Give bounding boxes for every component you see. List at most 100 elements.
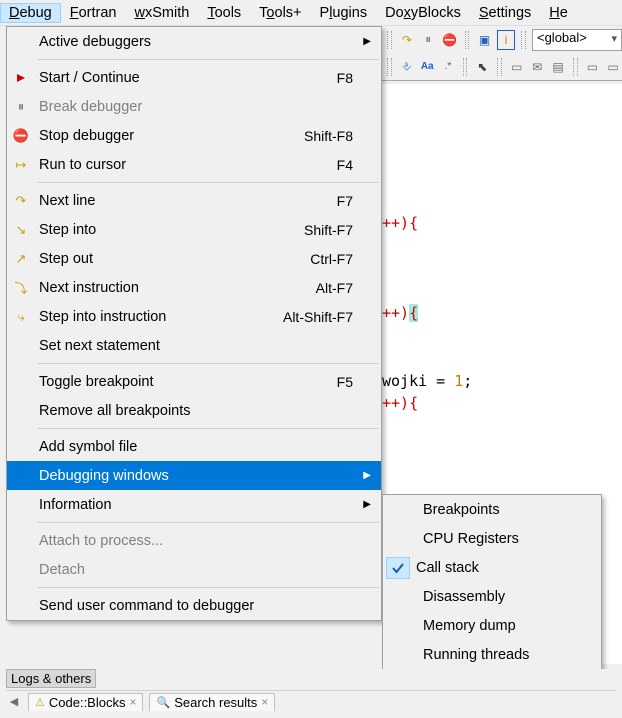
menu-tools-plus[interactable]: Tools+ [250, 3, 310, 23]
menuitem-attach-to-process: Attach to process... [7, 526, 381, 555]
next-instruction-icon: ⤵ [7, 278, 35, 297]
menuitem-label: Running threads [413, 647, 601, 663]
cursor-icon[interactable]: ⬉ [473, 57, 491, 77]
menu-help[interactable]: He [540, 3, 577, 23]
code-token: ++) [382, 304, 409, 322]
menu-wxsmith[interactable]: wxSmith [126, 3, 199, 23]
submenu-disassembly[interactable]: Disassembly [383, 582, 601, 611]
tab-code-blocks[interactable]: ⚠ Code::Blocks × [28, 693, 143, 711]
scope-selector-value: <global> [537, 30, 587, 45]
close-icon[interactable]: × [261, 695, 268, 709]
step-into-instruction-icon: ⤷ [7, 309, 35, 325]
debug-windows-icon[interactable]: ▣ [475, 30, 493, 50]
submenu-memory-dump[interactable]: Memory dump [383, 611, 601, 640]
menuitem-label: Disassembly [413, 589, 601, 605]
submenu-call-stack[interactable]: Call stack [383, 553, 601, 582]
menuitem-information[interactable]: Information ▶ [7, 490, 381, 519]
menuitem-remove-all-breakpoints[interactable]: Remove all breakpoints [7, 396, 381, 425]
panel-title[interactable]: Logs & others [6, 669, 96, 688]
submenu-breakpoints[interactable]: Breakpoints [383, 495, 601, 524]
debug-pause-icon[interactable]: ⏸ [419, 30, 437, 50]
bottom-panel: Logs & others ◀ ⚠ Code::Blocks × 🔍 Searc… [6, 669, 616, 712]
run-to-cursor-icon: ↦ [7, 157, 35, 173]
doc-icon[interactable]: ▤ [549, 57, 567, 77]
stop-icon: ⛔ [7, 128, 35, 144]
menuitem-label: Breakpoints [413, 502, 601, 518]
debug-info-icon[interactable]: i [497, 30, 515, 50]
menuitem-set-next-statement[interactable]: Set next statement [7, 331, 381, 360]
menuitem-step-into[interactable]: ↘ Step into Shift-F7 [7, 215, 381, 244]
menu-separator [37, 428, 379, 429]
menu-plugins[interactable]: Plugins [311, 3, 377, 23]
rect2-icon[interactable]: ▭ [584, 57, 602, 77]
text-aa-icon[interactable]: Aa [418, 57, 436, 77]
submenu-arrow-icon: ▶ [363, 36, 371, 47]
menuitem-label: Stop debugger [35, 128, 304, 144]
highlight-icon[interactable]: ⎀ [398, 57, 416, 77]
menuitem-send-user-command[interactable]: Send user command to debugger [7, 591, 381, 620]
menuitem-label: Remove all breakpoints [35, 403, 381, 419]
toolbar-grip[interactable] [497, 58, 502, 76]
menuitem-accel: Alt-F7 [316, 280, 381, 296]
menuitem-active-debuggers[interactable]: Active debuggers ▶ [7, 27, 381, 56]
menu-separator [37, 587, 379, 588]
menuitem-label: Debugging windows [35, 468, 381, 484]
toolbar-grip[interactable] [521, 31, 526, 49]
play-icon [7, 73, 35, 83]
close-icon[interactable]: × [129, 695, 136, 709]
tab-nav-left-icon[interactable]: ◀ [6, 695, 22, 708]
menuitem-stop-debugger[interactable]: ⛔ Stop debugger Shift-F8 [7, 121, 381, 150]
code-token: ++){ [382, 394, 418, 412]
check-icon [386, 557, 410, 579]
menuitem-break-debugger: ⏸ Break debugger [7, 92, 381, 121]
menu-fortran[interactable]: Fortran [61, 3, 126, 23]
regex-icon[interactable]: .* [439, 57, 457, 77]
mail-icon[interactable]: ✉ [528, 57, 546, 77]
step-over-icon: ↷ [7, 193, 35, 209]
code-token: ++){ [382, 214, 418, 232]
menuitem-add-symbol-file[interactable]: Add symbol file [7, 432, 381, 461]
menuitem-label: Next instruction [35, 280, 316, 296]
menuitem-label: CPU Registers [413, 531, 601, 547]
menuitem-label: Add symbol file [35, 439, 381, 455]
debug-menu: Active debuggers ▶ Start / Continue F8 ⏸… [6, 26, 382, 621]
toolbar-grip[interactable] [387, 31, 392, 49]
code-token: wojki = [382, 372, 454, 390]
toolbar-grip[interactable] [465, 31, 470, 49]
code-token: 1 [454, 372, 463, 390]
scope-selector[interactable]: <global> [532, 29, 622, 51]
submenu-arrow-icon: ▶ [363, 470, 371, 481]
menuitem-label: Attach to process... [35, 533, 381, 549]
menuitem-label: Break debugger [35, 99, 381, 115]
menuitem-label: Step into [35, 222, 304, 238]
menu-settings[interactable]: Settings [470, 3, 540, 23]
submenu-running-threads[interactable]: Running threads [383, 640, 601, 669]
menuitem-step-into-instruction[interactable]: ⤷ Step into instruction Alt-Shift-F7 [7, 302, 381, 331]
menuitem-step-out[interactable]: ↗ Step out Ctrl-F7 [7, 244, 381, 273]
tab-label: Search results [174, 695, 257, 710]
menu-doxyblocks[interactable]: DoxyBlocks [376, 3, 470, 23]
toolbar-grip[interactable] [573, 58, 578, 76]
toolbar-grip[interactable] [387, 58, 392, 76]
menuitem-detach: Detach [7, 555, 381, 584]
menuitem-start-continue[interactable]: Start / Continue F8 [7, 63, 381, 92]
menuitem-next-line[interactable]: ↷ Next line F7 [7, 186, 381, 215]
menuitem-accel: F7 [337, 193, 381, 209]
debug-stop-icon[interactable]: ⛔ [440, 30, 458, 50]
debug-step-icon[interactable]: ↷ [398, 30, 416, 50]
menuitem-next-instruction[interactable]: ⤵ Next instruction Alt-F7 [7, 273, 381, 302]
menuitem-debugging-windows[interactable]: Debugging windows ▶ [7, 461, 381, 490]
toolbar-grip[interactable] [463, 58, 468, 76]
tab-search-results[interactable]: 🔍 Search results × [149, 693, 275, 711]
menuitem-accel: F4 [337, 157, 381, 173]
rect-icon[interactable]: ▭ [508, 57, 526, 77]
tab-label: Code::Blocks [49, 695, 126, 710]
menuitem-label: Call stack [412, 560, 601, 576]
submenu-cpu-registers[interactable]: CPU Registers [383, 524, 601, 553]
menu-separator [37, 522, 379, 523]
menuitem-run-to-cursor[interactable]: ↦ Run to cursor F4 [7, 150, 381, 179]
menuitem-toggle-breakpoint[interactable]: Toggle breakpoint F5 [7, 367, 381, 396]
rect3-icon[interactable]: ▭ [604, 57, 622, 77]
menu-tools[interactable]: Tools [198, 3, 250, 23]
menu-debug[interactable]: Debug [0, 3, 61, 23]
